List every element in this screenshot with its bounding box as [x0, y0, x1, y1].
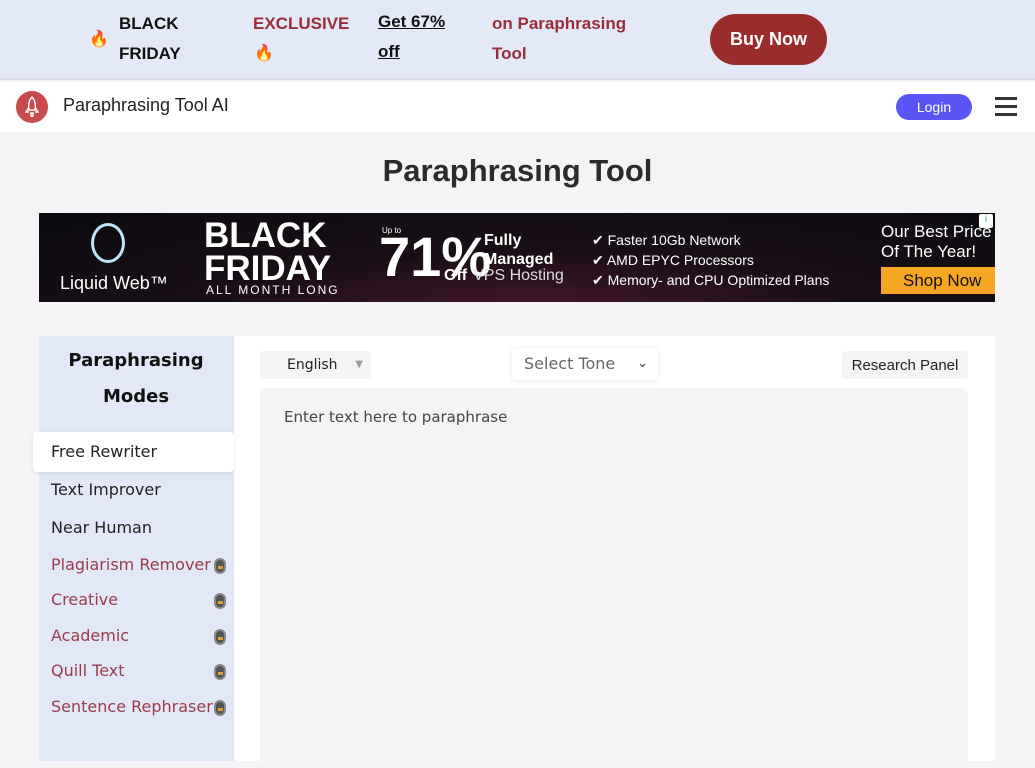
- paraphraser-card: Paraphrasing Modes Free Rewriter Text Im…: [33, 336, 995, 768]
- ad-best-price: Our Best Price Of The Year!: [881, 222, 992, 262]
- mode-quill-text[interactable]: Quill Text: [51, 653, 234, 689]
- mode-label: Text Improver: [51, 480, 161, 499]
- ad-feature: ✔ Memory- and CPU Optimized Plans: [592, 272, 830, 288]
- shop-now-button[interactable]: Shop Now: [881, 267, 995, 294]
- ad-off: Off: [444, 267, 468, 284]
- language-select[interactable]: English ▼: [260, 351, 371, 379]
- fire-icon: 🔥: [254, 43, 274, 62]
- tone-placeholder: Select Tone: [524, 354, 616, 373]
- ad-fully-managed: Fully Managed: [484, 231, 553, 269]
- mode-sentence-rephraser[interactable]: Sentence Rephraser: [51, 689, 234, 725]
- ad-vps-text: VPS Hosting: [473, 267, 564, 284]
- ad-feature: ✔ AMD EPYC Processors: [592, 252, 754, 268]
- modes-sidebar: Paraphrasing Modes Free Rewriter Text Im…: [33, 336, 234, 761]
- ad-headline-1: BLACK: [204, 216, 327, 255]
- login-button[interactable]: Login: [896, 94, 972, 120]
- hamburger-icon[interactable]: [995, 97, 1017, 117]
- mode-creative[interactable]: Creative: [51, 582, 234, 618]
- ad-feature: ✔ Faster 10Gb Network: [592, 232, 741, 248]
- mode-label: Free Rewriter: [51, 442, 158, 461]
- promo-discount-link[interactable]: Get 67% off: [378, 7, 468, 67]
- modes-title: Paraphrasing Modes: [68, 350, 204, 407]
- lock-icon: [214, 700, 226, 716]
- ad-headline-2: FRIDAY: [204, 249, 332, 288]
- brand-name[interactable]: Paraphrasing Tool AI: [63, 95, 229, 116]
- page-title: Paraphrasing Tool: [382, 153, 653, 188]
- research-panel-button[interactable]: Research Panel: [842, 351, 968, 379]
- ad-brand: Liquid Web™: [60, 273, 168, 293]
- mode-label: Academic: [51, 626, 130, 645]
- ad-best-1: Our Best Price: [881, 222, 992, 241]
- buy-now-button[interactable]: Buy Now: [710, 14, 827, 65]
- promo-black-friday: BLACK FRIDAY: [119, 14, 181, 63]
- site-header: Paraphrasing Tool AI Login: [0, 82, 1035, 132]
- mode-label: Sentence Rephraser: [51, 697, 213, 716]
- lock-icon: [214, 629, 226, 645]
- tone-select[interactable]: Select Tone ⌄: [512, 348, 658, 380]
- mode-academic[interactable]: Academic: [51, 618, 234, 654]
- ad-best-2: Of The Year!: [881, 242, 977, 261]
- ad-features: ✔ Faster 10Gb Network ✔ AMD EPYC Process…: [592, 230, 829, 290]
- promo-text: on Paraphrasing Tool: [492, 14, 627, 63]
- mode-label: Quill Text: [51, 661, 125, 680]
- promo-exclusive: EXCLUSIVE: [253, 14, 350, 33]
- dropdown-arrow-icon: ▼: [355, 359, 363, 370]
- lock-icon: [214, 593, 226, 609]
- mode-label: Creative: [51, 590, 119, 609]
- fire-icon: 🔥: [89, 29, 109, 48]
- lock-icon: [214, 664, 226, 680]
- language-value: English: [287, 357, 338, 373]
- mode-label: Plagiarism Remover: [51, 555, 211, 574]
- promo-banner: 🔥 BLACK FRIDAY EXCLUSIVE 🔥 Get 67% off o…: [0, 0, 1035, 80]
- ad-vps: Off VPS Hosting: [444, 267, 564, 285]
- chevron-down-icon: ⌄: [637, 356, 648, 371]
- ad-info-icon[interactable]: i: [979, 214, 993, 228]
- mode-free-rewriter[interactable]: Free Rewriter: [33, 432, 234, 472]
- mode-label: Near Human: [51, 518, 152, 537]
- ad-headline: BLACK FRIDAY: [204, 216, 332, 288]
- liquid-web-logo-icon: [91, 223, 125, 263]
- mode-near-human[interactable]: Near Human: [51, 510, 234, 546]
- mode-text-improver[interactable]: Text Improver: [51, 472, 234, 508]
- ad-sub: ALL MONTH LONG: [206, 283, 340, 297]
- ad-banner[interactable]: Liquid Web™ BLACK FRIDAY ALL MONTH LONG U…: [39, 213, 995, 302]
- paraphrase-input[interactable]: [260, 388, 968, 768]
- rocket-logo-icon[interactable]: [16, 91, 48, 123]
- ad-fully: Fully: [484, 232, 522, 249]
- mode-plagiarism-remover[interactable]: Plagiarism Remover: [51, 547, 234, 583]
- lock-icon: [214, 558, 226, 574]
